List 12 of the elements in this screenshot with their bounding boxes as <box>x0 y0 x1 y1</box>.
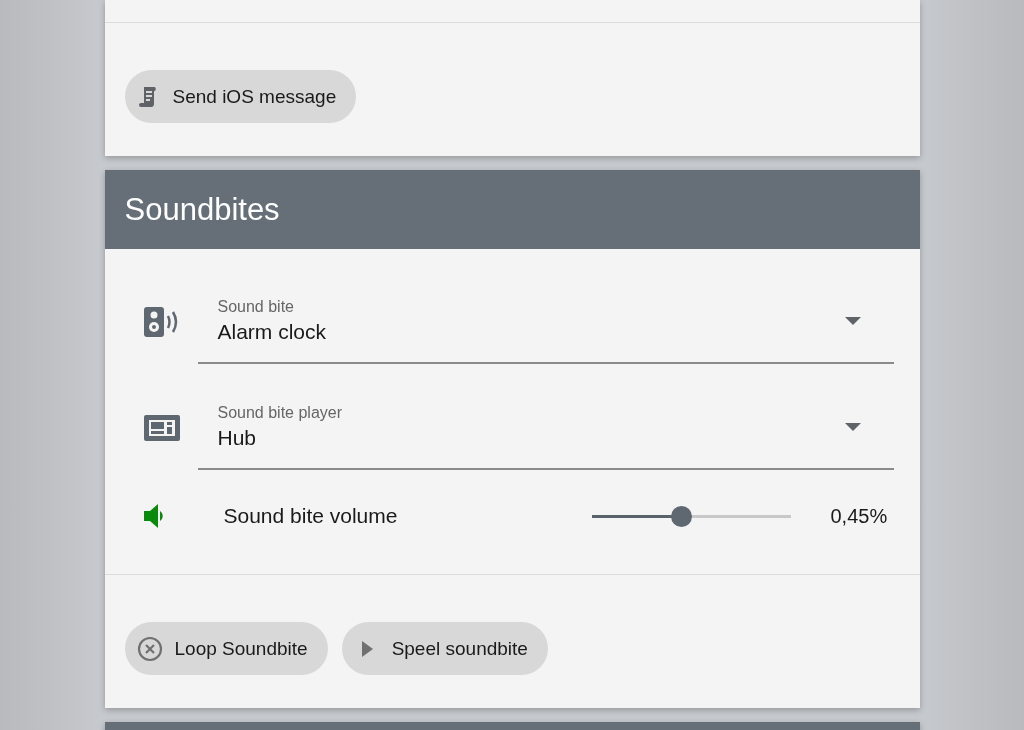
dropdown-field[interactable]: Sound bite player Hub <box>197 386 894 470</box>
close-icon <box>136 635 163 662</box>
dropdown-arrow-icon <box>843 316 862 326</box>
media-player-icon <box>142 414 181 442</box>
volume-reading: 0,45% <box>830 504 888 528</box>
send-message-button[interactable]: Send iOS message <box>124 70 357 123</box>
card-title: Soundbites <box>124 191 280 228</box>
play-button[interactable]: Speel soundbite <box>341 622 548 675</box>
volume-label: Sound bite volume <box>223 504 399 528</box>
dropdown-arrow-icon <box>843 422 862 432</box>
loop-button[interactable]: Loop Soundbite <box>124 622 328 675</box>
dropdown-field[interactable]: Sound bite Alarm clock <box>197 280 894 364</box>
